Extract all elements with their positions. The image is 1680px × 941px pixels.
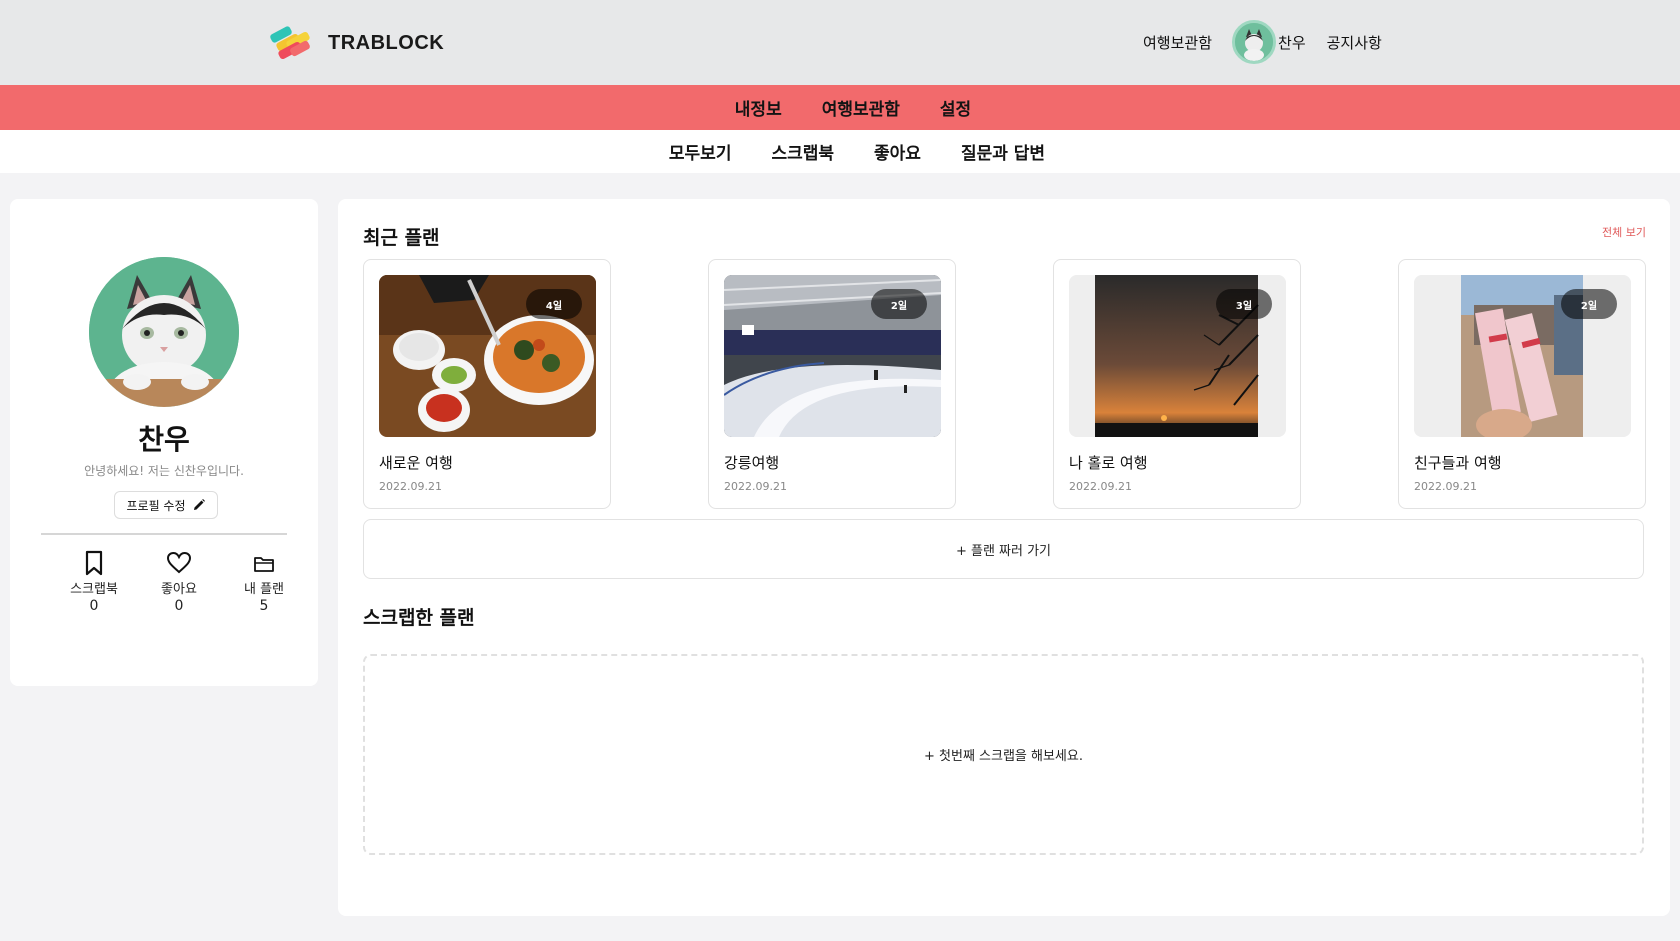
plan-date: 2022.09.21 <box>1414 480 1477 493</box>
plan-name: 새로운 여행 <box>379 454 453 472</box>
plan-card[interactable]: 2일 친구들과 여행 2022.09.21 <box>1398 259 1646 509</box>
tab-settings[interactable]: 설정 <box>940 95 971 120</box>
plan-days-badge: 2일 <box>1561 289 1617 319</box>
profile-avatar <box>89 257 239 407</box>
plan-date: 2022.09.21 <box>379 480 442 493</box>
subtab-scrapbook[interactable]: 스크랩북 <box>771 139 834 164</box>
stat-scrapbook-count: 0 <box>89 598 99 614</box>
tab-travel-archive[interactable]: 여행보관함 <box>822 95 900 120</box>
plan-thumbnail: 3일 <box>1069 275 1286 437</box>
edit-profile-label: 프로필 수정 <box>126 498 186 513</box>
recent-plans-title: 최근 플랜 <box>363 227 440 249</box>
plan-name: 나 홀로 여행 <box>1069 454 1148 472</box>
stat-scrapbook[interactable]: 스크랩북 0 <box>49 550 139 614</box>
plan-date: 2022.09.21 <box>1069 480 1132 493</box>
bookmark-icon <box>85 550 103 576</box>
user-name[interactable]: 찬우 <box>1278 32 1306 53</box>
logo-text: TRABLOCK <box>328 31 445 54</box>
first-scrap-button[interactable]: + 첫번째 스크랩을 해보세요. <box>363 654 1644 855</box>
stat-scrapbook-label: 스크랩북 <box>70 582 118 597</box>
top-header: TRABLOCK 여행보관함 찬우 공지사항 <box>0 0 1680 85</box>
tab-my-info[interactable]: 내정보 <box>735 95 782 120</box>
heart-icon <box>166 551 192 574</box>
stat-likes[interactable]: 좋아요 0 <box>134 550 224 614</box>
main-tab-bar: 내정보 여행보관함 설정 <box>0 85 1680 130</box>
subtab-all[interactable]: 모두보기 <box>669 139 732 164</box>
plan-card[interactable]: 3일 나 홀로 여행 2022.09.21 <box>1053 259 1301 509</box>
stat-my-plans-label: 내 플랜 <box>243 582 284 597</box>
plan-card[interactable]: 2일 강릉여행 2022.09.21 <box>708 259 956 509</box>
plan-days-badge: 3일 <box>1216 289 1272 319</box>
nav-archive-link[interactable]: 여행보관함 <box>1143 32 1212 53</box>
plan-name: 친구들과 여행 <box>1414 454 1502 472</box>
plan-thumbnail: 2일 <box>1414 275 1631 437</box>
profile-card: 찬우 안녕하세요! 저는 신찬우입니다. 프로필 수정 스크랩북 0 좋아요 0 <box>10 199 318 686</box>
edit-profile-button[interactable]: 프로필 수정 <box>114 491 218 519</box>
main-panel: 최근 플랜 전체 보기 4일 새로운 여행 2022.09.21 2일 강릉여행… <box>338 199 1670 916</box>
stat-my-plans-count: 5 <box>259 598 269 614</box>
sub-tab-bar: 모두보기 스크랩북 좋아요 질문과 답변 <box>0 130 1680 173</box>
plan-name: 강릉여행 <box>724 454 780 472</box>
stat-likes-count: 0 <box>174 598 184 614</box>
stat-my-plans[interactable]: 내 플랜 5 <box>219 550 309 614</box>
pencil-icon <box>193 499 205 510</box>
profile-bio: 안녕하세요! 저는 신찬우입니다. <box>84 464 244 478</box>
plan-thumbnail: 4일 <box>379 275 596 437</box>
plan-days-badge: 4일 <box>526 289 582 319</box>
nav-notice-link[interactable]: 공지사항 <box>1327 32 1382 53</box>
logo[interactable]: TRABLOCK <box>268 24 444 62</box>
profile-name: 찬우 <box>138 423 190 456</box>
add-plan-button[interactable]: + 플랜 짜러 가기 <box>363 519 1644 579</box>
logo-blocks-icon <box>268 24 316 62</box>
plan-card[interactable]: 4일 새로운 여행 2022.09.21 <box>363 259 611 509</box>
user-avatar[interactable] <box>1232 20 1277 64</box>
profile-divider <box>41 533 287 535</box>
see-all-link[interactable]: 전체 보기 <box>1602 224 1646 240</box>
folder-icon <box>254 557 274 572</box>
subtab-likes[interactable]: 좋아요 <box>874 139 921 164</box>
plan-thumbnail: 2일 <box>724 275 941 437</box>
plan-date: 2022.09.21 <box>724 480 787 493</box>
subtab-qna[interactable]: 질문과 답변 <box>961 139 1045 164</box>
scrap-plans-title: 스크랩한 플랜 <box>363 607 475 629</box>
stat-likes-label: 좋아요 <box>161 582 197 597</box>
plan-days-badge: 2일 <box>871 289 927 319</box>
top-nav: 여행보관함 찬우 공지사항 <box>1143 20 1382 64</box>
